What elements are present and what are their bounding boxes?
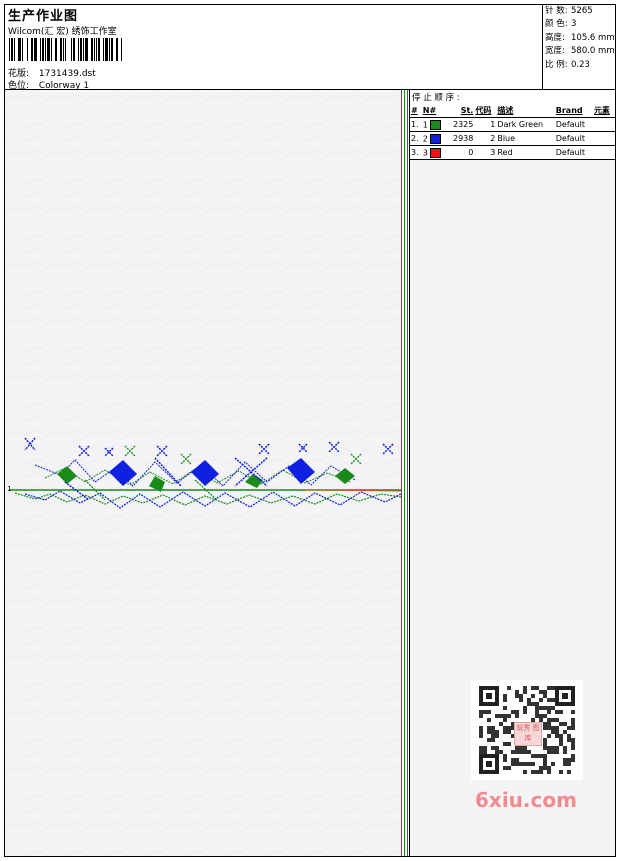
- table-row[interactable]: 2. 2 2938 2 Blue Default: [410, 132, 615, 146]
- color-swatch: [430, 134, 441, 144]
- row-n: 1: [422, 118, 447, 132]
- col-brand: Brand: [555, 104, 593, 118]
- studio-name: Wilcom(汇 宏) 绣饰工作室: [8, 24, 117, 37]
- row-brand: Default: [555, 132, 593, 146]
- row-code: 3: [474, 146, 496, 160]
- stat-label: 高度:: [545, 32, 571, 45]
- row-description: Dark Green: [496, 118, 554, 132]
- watermark-stamp: 蚁秀 图库: [514, 722, 542, 746]
- stat-stitches: 针 数: 5265: [545, 5, 615, 18]
- table-row[interactable]: 3. 3 0 3 Red Default: [410, 146, 615, 160]
- design-preview-canvas[interactable]: 1 2: [5, 90, 401, 856]
- stat-scale: 比 例: 0.23: [545, 59, 615, 72]
- row-element: [593, 132, 615, 146]
- row-index: 1.: [410, 118, 422, 132]
- stitch-boundary-green: [404, 90, 405, 856]
- row-description: Red: [496, 146, 554, 160]
- color-swatch: [430, 148, 441, 158]
- table-header-row: # N# St. 代码 描述 Brand 元素: [410, 104, 615, 118]
- stat-label: 比 例:: [545, 59, 571, 72]
- row-stitches: 2938: [447, 132, 474, 146]
- row-brand: Default: [555, 118, 593, 132]
- row-stitches: 2325: [447, 118, 474, 132]
- barcode: [9, 38, 143, 61]
- stat-value: 0.23: [571, 60, 590, 70]
- row-code: 2: [474, 132, 496, 146]
- stop-sequence-heading: 停 止 顺 序 :: [410, 90, 615, 104]
- worksheet-header: 生产作业图 Wilcom(汇 宏) 绣饰工作室 花版: 1731439.dst …: [5, 5, 615, 90]
- row-brand: Default: [555, 146, 593, 160]
- start-marker: 1: [7, 485, 11, 493]
- row-stitches: 0: [447, 146, 474, 160]
- color-swatch: [430, 120, 441, 130]
- row-n-value: 1: [423, 120, 428, 129]
- embroidery-preview: [5, 90, 401, 856]
- row-index: 2.: [410, 132, 422, 146]
- stat-value: 3: [571, 19, 576, 29]
- row-description: Blue: [496, 132, 554, 146]
- table-row[interactable]: 1. 1 2325 1 Dark Green Default: [410, 118, 615, 132]
- stat-width: 宽度: 580.0 mm: [545, 45, 615, 58]
- row-index: 3.: [410, 146, 422, 160]
- row-n: 2: [422, 132, 447, 146]
- col-description: 描述: [496, 104, 554, 118]
- col-element: 元素: [593, 104, 615, 118]
- col-n: N#: [422, 104, 447, 118]
- stat-value: 5265: [571, 6, 593, 16]
- row-n-value: 3: [423, 148, 428, 157]
- page-title: 生产作业图: [8, 5, 78, 24]
- color-stop-table: # N# St. 代码 描述 Brand 元素 1. 1 2325 1 Dark…: [410, 104, 615, 160]
- col-stitches: St.: [447, 104, 474, 118]
- col-index: #: [410, 104, 422, 118]
- stat-value: 105.6 mm: [571, 33, 615, 43]
- col-code: 代码: [474, 104, 496, 118]
- stat-value: 580.0 mm: [571, 46, 615, 56]
- stitch-boundary-red-2: [407, 90, 408, 856]
- stat-label: 宽度:: [545, 45, 571, 58]
- row-element: [593, 146, 615, 160]
- stat-label: 针 数:: [545, 5, 571, 18]
- watermark-logo: 6xiu.com: [475, 788, 577, 812]
- row-n: 3: [422, 146, 447, 160]
- design-stats: 针 数: 5265 颜 色: 3 高度: 105.6 mm 宽度: 580.0 mm 比…: [542, 5, 615, 89]
- row-element: [593, 118, 615, 132]
- stat-height: 高度: 105.6 mm: [545, 32, 615, 45]
- stat-colors: 颜 色: 3: [545, 18, 615, 31]
- stitch-boundary-red: [401, 90, 402, 856]
- row-n-value: 2: [423, 134, 428, 143]
- stat-label: 颜 色:: [545, 18, 571, 31]
- row-code: 1: [474, 118, 496, 132]
